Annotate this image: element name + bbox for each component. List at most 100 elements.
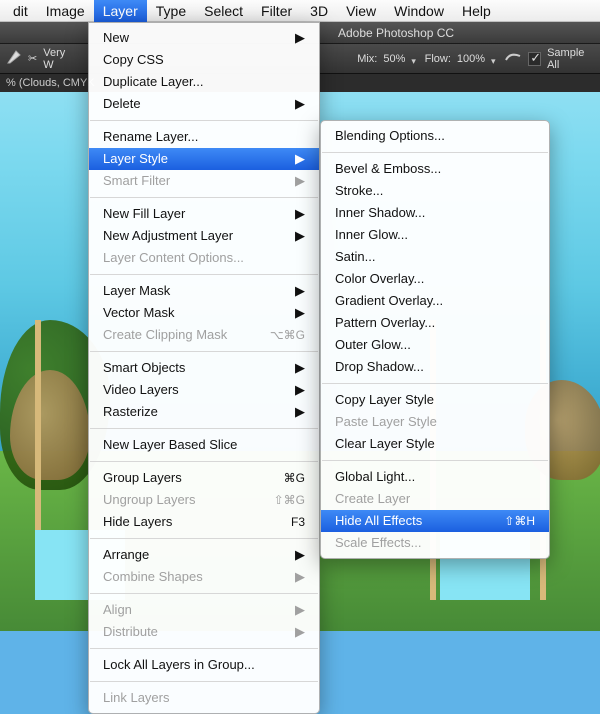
- style-submenu-scale-effects: Scale Effects...: [321, 532, 549, 554]
- menu-item-label: Clear Layer Style: [335, 435, 535, 453]
- layer-menu-vector-mask[interactable]: Vector Mask▶: [89, 302, 319, 324]
- menu-item-label: Smart Filter: [103, 172, 295, 190]
- style-submenu-copy-layer-style[interactable]: Copy Layer Style: [321, 389, 549, 411]
- menubar-item-filter[interactable]: Filter: [252, 0, 301, 22]
- menu-item-label: Rasterize: [103, 403, 295, 421]
- menu-item-label: New Layer Based Slice: [103, 436, 305, 454]
- menu-item-label: Satin...: [335, 248, 535, 266]
- tool-icon[interactable]: [6, 49, 22, 68]
- layer-menu-smart-objects[interactable]: Smart Objects▶: [89, 357, 319, 379]
- menubar-item-select[interactable]: Select: [195, 0, 252, 22]
- submenu-arrow-icon: ▶: [295, 172, 305, 190]
- style-submenu-stroke[interactable]: Stroke...: [321, 180, 549, 202]
- layer-menu-new-fill-layer[interactable]: New Fill Layer▶: [89, 203, 319, 225]
- mix-label: Mix:: [357, 53, 377, 65]
- menu-separator: [90, 428, 318, 429]
- style-submenu-clear-layer-style[interactable]: Clear Layer Style: [321, 433, 549, 455]
- style-submenu-drop-shadow[interactable]: Drop Shadow...: [321, 356, 549, 378]
- menubar-item-layer[interactable]: Layer: [94, 0, 147, 22]
- menu-item-label: Layer Style: [103, 150, 295, 168]
- menu-item-label: Drop Shadow...: [335, 358, 535, 376]
- style-submenu-pattern-overlay[interactable]: Pattern Overlay...: [321, 312, 549, 334]
- chevron-down-icon[interactable]: [411, 55, 418, 63]
- layer-menu-layer-content-options: Layer Content Options...: [89, 247, 319, 269]
- menu-item-label: Ungroup Layers: [103, 491, 264, 509]
- menu-separator: [90, 120, 318, 121]
- menu-separator: [322, 152, 548, 153]
- submenu-arrow-icon: ▶: [295, 304, 305, 322]
- menubar-item-window[interactable]: Window: [385, 0, 453, 22]
- menu-item-label: New: [103, 29, 295, 47]
- layer-menu-video-layers[interactable]: Video Layers▶: [89, 379, 319, 401]
- style-submenu-inner-shadow[interactable]: Inner Shadow...: [321, 202, 549, 224]
- layer-menu-link-layers: Link Layers: [89, 687, 319, 709]
- menu-item-label: Group Layers: [103, 469, 274, 487]
- layer-menu-rename-layer[interactable]: Rename Layer...: [89, 126, 319, 148]
- layer-menu-layer-mask[interactable]: Layer Mask▶: [89, 280, 319, 302]
- menu-item-label: Copy Layer Style: [335, 391, 535, 409]
- style-submenu-global-light[interactable]: Global Light...: [321, 466, 549, 488]
- style-submenu-hide-all-effects[interactable]: Hide All Effects⇧⌘H: [321, 510, 549, 532]
- layer-menu-delete[interactable]: Delete▶: [89, 93, 319, 115]
- layer-menu: New▶Copy CSSDuplicate Layer...Delete▶Ren…: [88, 22, 320, 714]
- menu-item-label: New Fill Layer: [103, 205, 295, 223]
- menu-item-label: Vector Mask: [103, 304, 295, 322]
- menubar-item-type[interactable]: Type: [147, 0, 195, 22]
- layer-menu-group-layers[interactable]: Group Layers⌘G: [89, 467, 319, 489]
- menu-item-label: Paste Layer Style: [335, 413, 535, 431]
- menu-item-label: Scale Effects...: [335, 534, 535, 552]
- layer-menu-new-layer-based-slice[interactable]: New Layer Based Slice: [89, 434, 319, 456]
- menu-item-label: Inner Shadow...: [335, 204, 535, 222]
- scissors-icon[interactable]: ✂: [28, 52, 37, 65]
- submenu-arrow-icon: ▶: [295, 623, 305, 641]
- style-submenu-bevel-emboss[interactable]: Bevel & Emboss...: [321, 158, 549, 180]
- style-submenu-inner-glow[interactable]: Inner Glow...: [321, 224, 549, 246]
- menu-item-label: Distribute: [103, 623, 295, 641]
- flow-value[interactable]: 100%: [457, 53, 485, 65]
- layer-menu-rasterize[interactable]: Rasterize▶: [89, 401, 319, 423]
- menu-item-label: Duplicate Layer...: [103, 73, 305, 91]
- menubar-item-image[interactable]: Image: [37, 0, 94, 22]
- menu-separator: [90, 197, 318, 198]
- brush-size-dropdown[interactable]: Very W: [43, 47, 75, 71]
- menu-item-label: Inner Glow...: [335, 226, 535, 244]
- layer-menu-copy-css[interactable]: Copy CSS: [89, 49, 319, 71]
- sample-all-checkbox[interactable]: [528, 52, 541, 66]
- menu-item-label: Align: [103, 601, 295, 619]
- style-submenu-satin[interactable]: Satin...: [321, 246, 549, 268]
- menu-separator: [90, 538, 318, 539]
- menubar-item-dit[interactable]: dit: [4, 0, 37, 22]
- style-submenu-create-layer: Create Layer: [321, 488, 549, 510]
- menu-item-label: New Adjustment Layer: [103, 227, 295, 245]
- submenu-arrow-icon: ▶: [295, 381, 305, 399]
- menu-item-shortcut: ⇧⌘G: [264, 491, 305, 509]
- submenu-arrow-icon: ▶: [295, 205, 305, 223]
- layer-menu-arrange[interactable]: Arrange▶: [89, 544, 319, 566]
- menu-item-label: Delete: [103, 95, 295, 113]
- menubar-item-3d[interactable]: 3D: [301, 0, 337, 22]
- menu-item-label: Combine Shapes: [103, 568, 295, 586]
- style-submenu-blending-options[interactable]: Blending Options...: [321, 125, 549, 147]
- layer-menu-hide-layers[interactable]: Hide LayersF3: [89, 511, 319, 533]
- layer-menu-ungroup-layers: Ungroup Layers⇧⌘G: [89, 489, 319, 511]
- menu-item-label: Gradient Overlay...: [335, 292, 535, 310]
- layer-menu-new[interactable]: New▶: [89, 27, 319, 49]
- menubar-item-view[interactable]: View: [337, 0, 385, 22]
- chevron-down-icon[interactable]: [491, 55, 498, 63]
- style-submenu-gradient-overlay[interactable]: Gradient Overlay...: [321, 290, 549, 312]
- menu-item-label: Copy CSS: [103, 51, 305, 69]
- layer-menu-lock-all-layers-in-group[interactable]: Lock All Layers in Group...: [89, 654, 319, 676]
- style-submenu-color-overlay[interactable]: Color Overlay...: [321, 268, 549, 290]
- layer-menu-combine-shapes: Combine Shapes▶: [89, 566, 319, 588]
- airbrush-icon[interactable]: [504, 50, 522, 67]
- submenu-arrow-icon: ▶: [295, 601, 305, 619]
- menubar-item-help[interactable]: Help: [453, 0, 500, 22]
- menu-item-label: Color Overlay...: [335, 270, 535, 288]
- layer-menu-layer-style[interactable]: Layer Style▶: [89, 148, 319, 170]
- style-submenu-outer-glow[interactable]: Outer Glow...: [321, 334, 549, 356]
- mix-value[interactable]: 50%: [383, 53, 405, 65]
- layer-menu-new-adjustment-layer[interactable]: New Adjustment Layer▶: [89, 225, 319, 247]
- submenu-arrow-icon: ▶: [295, 29, 305, 47]
- layer-menu-duplicate-layer[interactable]: Duplicate Layer...: [89, 71, 319, 93]
- layer-menu-align: Align▶: [89, 599, 319, 621]
